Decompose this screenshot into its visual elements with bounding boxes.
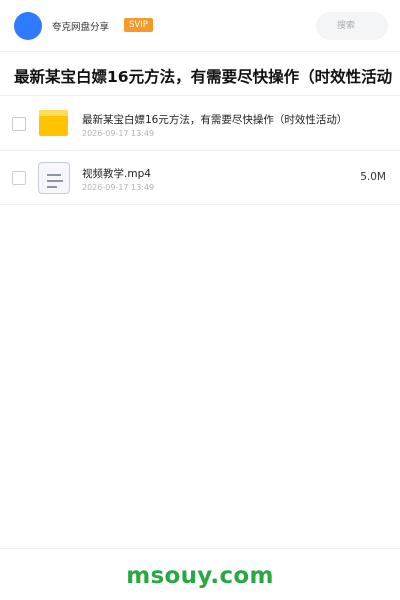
search-placeholder: 搜索 [336, 21, 355, 31]
avatar[interactable] [14, 12, 42, 40]
select-checkbox[interactable] [12, 117, 26, 131]
site-watermark: msouy.com [126, 563, 274, 589]
app-name: 夸克网盘分享 [52, 22, 110, 33]
file-name[interactable]: 最新某宝白嫖16元方法，有需要尽快操作（时效性活动） [82, 112, 352, 127]
file-date: 2026-09-17 13:49 [82, 183, 155, 192]
header-bar: 夸克网盘分享 SVIP 搜索 [0, 0, 400, 52]
file-row[interactable]: 视频教学.mp4 2026-09-17 13:49 5.0M [0, 151, 400, 205]
svip-badge: SVIP [124, 18, 153, 32]
file-size: 5.0M [360, 171, 386, 183]
file-row[interactable]: 最新某宝白嫖16元方法，有需要尽快操作（时效性活动） 2026-09-17 13… [0, 97, 400, 151]
video-file-icon [38, 162, 70, 194]
select-checkbox[interactable] [12, 171, 26, 185]
file-name[interactable]: 视频教学.mp4 [82, 166, 352, 181]
footer-bar: msouy.com [0, 548, 400, 600]
search-input[interactable]: 搜索 [316, 12, 388, 40]
share-title: 最新某宝白嫖16元方法，有需要尽快操作（时效性活动）M [14, 68, 392, 86]
folder-icon [39, 110, 68, 136]
file-date: 2026-09-17 13:49 [82, 129, 155, 138]
share-title-bar: 最新某宝白嫖16元方法，有需要尽快操作（时效性活动）M [0, 52, 400, 96]
